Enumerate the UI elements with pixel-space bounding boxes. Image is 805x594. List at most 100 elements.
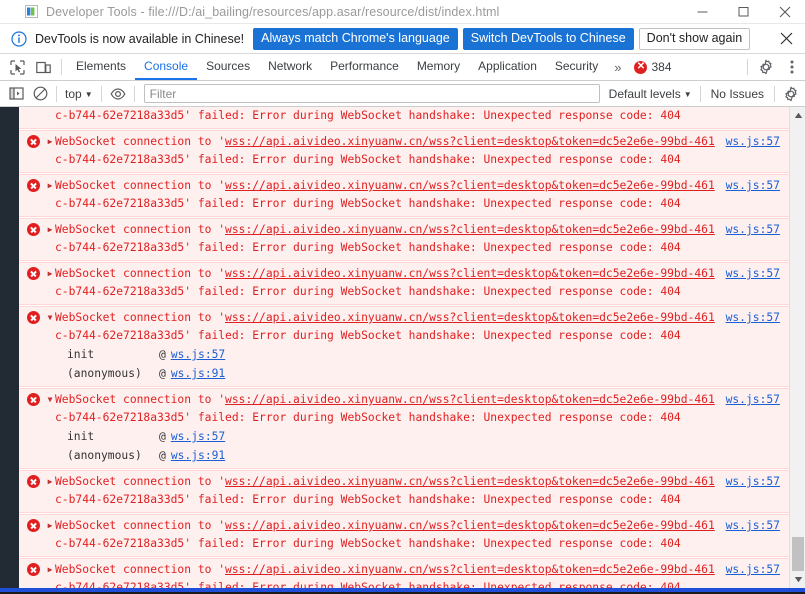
error-message-line: ▼ WebSocket connection to 'wss://api.aivi… [19, 391, 789, 409]
websocket-url-link-continued[interactable]: c-b744-62e7218a33d5 [55, 285, 184, 298]
more-options-icon[interactable] [779, 54, 805, 80]
websocket-url-link-continued[interactable]: c-b744-62e7218a33d5 [55, 197, 184, 210]
error-icon [27, 393, 40, 406]
console-settings-gear-icon[interactable] [779, 82, 803, 106]
source-location-link[interactable]: ws.js:57 [726, 517, 789, 535]
expand-arrow-icon[interactable]: ▶ [45, 221, 55, 239]
websocket-url-link[interactable]: wss://api.aivideo.xinyuanw.cn/wss?client… [225, 475, 715, 488]
tab-network[interactable]: Network [259, 54, 321, 80]
expand-arrow-icon[interactable]: ▶ [45, 561, 55, 579]
inspect-element-icon[interactable] [4, 54, 30, 80]
source-location-link[interactable]: ws.js:57 [726, 133, 789, 151]
error-icon [27, 563, 40, 576]
error-message-line-continued: c-b744-62e7218a33d5' failed: Error durin… [55, 411, 681, 424]
stack-frame: (anonymous) @ ws.js:91 [19, 446, 789, 465]
websocket-url-link[interactable]: wss://api.aivideo.xinyuanw.cn/wss?client… [225, 223, 715, 236]
websocket-url-link[interactable]: wss://api.aivideo.xinyuanw.cn/wss?client… [225, 179, 715, 192]
websocket-url-link[interactable]: wss://api.aivideo.xinyuanw.cn/wss?client… [225, 311, 715, 324]
tab-performance[interactable]: Performance [321, 54, 408, 80]
settings-gear-icon[interactable] [753, 54, 779, 80]
source-location-link[interactable]: ws.js:57 [726, 177, 789, 195]
websocket-url-link-continued[interactable]: c-b744-62e7218a33d5 [55, 109, 184, 122]
stack-frame-link[interactable]: ws.js:57 [171, 427, 225, 446]
filter-input-wrapper[interactable] [143, 84, 600, 103]
websocket-url-link[interactable]: wss://api.aivideo.xinyuanw.cn/wss?client… [225, 393, 715, 406]
console-error-row[interactable]: ▶WebSocket connection to 'wss://api.aivi… [19, 470, 789, 513]
live-expression-eye-icon[interactable] [106, 82, 130, 106]
source-location-link[interactable]: ws.js:57 [726, 473, 789, 491]
title-bar: Developer Tools - file:///D:/ai_bailing/… [0, 0, 805, 24]
dont-show-again-button[interactable]: Don't show again [638, 27, 751, 50]
expand-arrow-icon[interactable]: ▶ [45, 133, 55, 151]
console-scrollbar[interactable] [789, 107, 805, 588]
console-error-row[interactable]: ▶WebSocket connection to 'wss://api.aivi… [19, 262, 789, 305]
console-error-row[interactable]: ▶WebSocket connection to 'wss://api.aivi… [19, 174, 789, 217]
close-button[interactable] [764, 0, 805, 24]
expand-arrow-icon[interactable]: ▶ [45, 177, 55, 195]
devtools-tabstrip: Elements Console Sources Network Perform… [0, 54, 805, 81]
close-notification-icon[interactable] [775, 28, 797, 50]
source-location-link[interactable]: ws.js:57 [726, 265, 789, 283]
websocket-url-link-continued[interactable]: c-b744-62e7218a33d5 [55, 153, 184, 166]
expand-arrow-icon[interactable]: ▶ [45, 517, 55, 535]
tab-application[interactable]: Application [469, 54, 546, 80]
console-message-list[interactable]: ▶WebSocket connection to 'wss://api.aivi… [19, 107, 789, 588]
tab-sources[interactable]: Sources [197, 54, 259, 80]
expand-arrow-icon[interactable]: ▶ [45, 265, 55, 283]
source-location-link[interactable]: ws.js:57 [726, 561, 789, 579]
log-levels-selector[interactable]: Default levels ▼ [605, 87, 696, 101]
websocket-url-link-continued[interactable]: c-b744-62e7218a33d5 [55, 411, 184, 424]
chevron-down-icon-2: ▼ [683, 89, 692, 99]
stack-frame-link[interactable]: ws.js:91 [171, 446, 225, 465]
websocket-url-link[interactable]: wss://api.aivideo.xinyuanw.cn/wss?client… [225, 135, 715, 148]
tab-security[interactable]: Security [546, 54, 607, 80]
error-count-badge[interactable]: ✕ 384 [628, 54, 677, 80]
expand-arrow-icon[interactable]: ▶ [45, 473, 55, 491]
tabs-overflow-icon[interactable]: » [607, 54, 628, 80]
console-error-row[interactable]: ▶WebSocket connection to 'wss://api.aivi… [19, 218, 789, 261]
websocket-url-link-continued[interactable]: c-b744-62e7218a33d5 [55, 537, 184, 550]
websocket-url-link-continued[interactable]: c-b744-62e7218a33d5 [55, 581, 184, 588]
always-match-language-button[interactable]: Always match Chrome's language [253, 27, 458, 50]
scroll-down-arrow-icon[interactable] [790, 571, 805, 588]
console-sidebar-icon[interactable] [4, 82, 28, 106]
issues-status[interactable]: No Issues [705, 87, 770, 101]
tab-memory[interactable]: Memory [408, 54, 469, 80]
error-message-line-continued: c-b744-62e7218a33d5' failed: Error durin… [55, 537, 681, 550]
error-message-line-continued: c-b744-62e7218a33d5' failed: Error durin… [55, 153, 681, 166]
console-error-row[interactable]: ▼ WebSocket connection to 'wss://api.aivi… [19, 388, 789, 469]
switch-to-chinese-button[interactable]: Switch DevTools to Chinese [462, 27, 634, 50]
filter-input[interactable] [149, 86, 594, 101]
error-message-line: ▶ WebSocket connection to 'wss://api.aivi… [19, 177, 789, 195]
console-left-rail [0, 107, 19, 588]
collapse-arrow-icon[interactable]: ▼ [45, 391, 55, 409]
stack-frame-link[interactable]: ws.js:57 [171, 345, 225, 364]
console-error-row[interactable]: ▶WebSocket connection to 'wss://api.aivi… [19, 130, 789, 173]
source-location-link[interactable]: ws.js:57 [726, 309, 789, 327]
websocket-url-link-continued[interactable]: c-b744-62e7218a33d5 [55, 241, 184, 254]
websocket-url-link-continued[interactable]: c-b744-62e7218a33d5 [55, 329, 184, 342]
websocket-url-link[interactable]: wss://api.aivideo.xinyuanw.cn/wss?client… [225, 519, 715, 532]
minimize-button[interactable] [682, 0, 723, 24]
source-location-link[interactable]: ws.js:57 [726, 391, 789, 409]
scroll-up-arrow-icon[interactable] [790, 107, 805, 124]
stack-frame-link[interactable]: ws.js:91 [171, 364, 225, 383]
clear-console-icon[interactable] [28, 82, 52, 106]
tab-console[interactable]: Console [135, 54, 198, 80]
error-icon [27, 135, 40, 148]
source-location-link[interactable]: ws.js:57 [726, 221, 789, 239]
console-error-row[interactable]: ▶WebSocket connection to 'wss://api.aivi… [19, 107, 789, 129]
error-message-line: ▶ WebSocket connection to 'wss://api.aivi… [19, 517, 789, 535]
device-toolbar-icon[interactable] [30, 54, 56, 80]
execution-context-selector[interactable]: top ▼ [61, 87, 97, 101]
websocket-url-link-continued[interactable]: c-b744-62e7218a33d5 [55, 493, 184, 506]
maximize-button[interactable] [723, 0, 764, 24]
collapse-arrow-icon[interactable]: ▼ [45, 309, 55, 327]
console-error-row[interactable]: ▼ WebSocket connection to 'wss://api.aivi… [19, 306, 789, 387]
error-text: WebSocket connection to 'wss://api.aivid… [55, 563, 715, 576]
websocket-url-link[interactable]: wss://api.aivideo.xinyuanw.cn/wss?client… [225, 563, 715, 576]
websocket-url-link[interactable]: wss://api.aivideo.xinyuanw.cn/wss?client… [225, 267, 715, 280]
console-error-row[interactable]: ▶WebSocket connection to 'wss://api.aivi… [19, 558, 789, 588]
tab-elements[interactable]: Elements [67, 54, 135, 80]
console-error-row[interactable]: ▶WebSocket connection to 'wss://api.aivi… [19, 514, 789, 557]
